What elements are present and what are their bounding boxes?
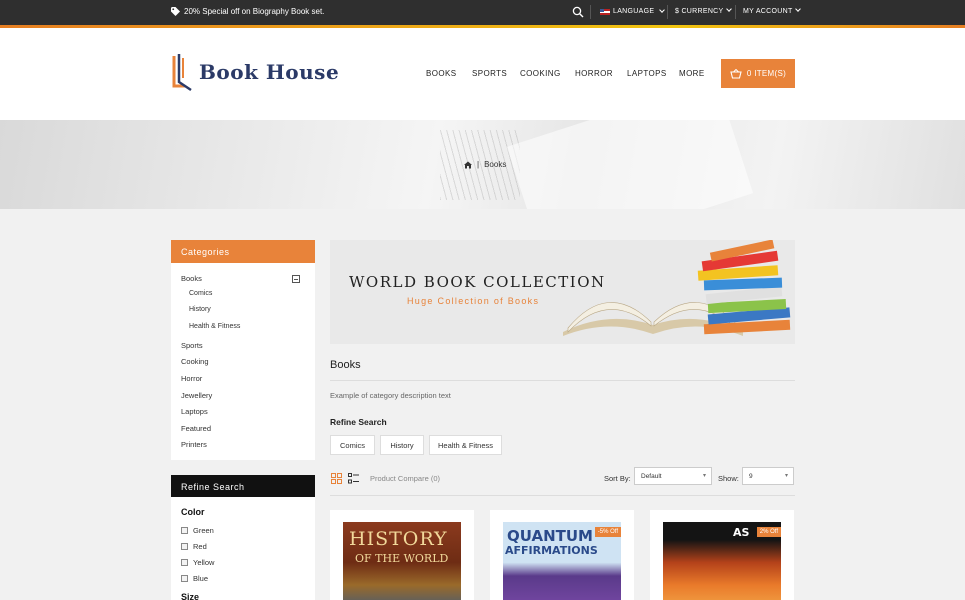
page-title: Books <box>330 359 361 371</box>
checkbox[interactable] <box>181 575 188 582</box>
nav-books[interactable]: BOOKS <box>426 69 456 78</box>
checkbox-label: Green <box>193 526 214 535</box>
refine-title: Refine Search <box>171 475 315 497</box>
categories-panel: Categories Books Comics History Health &… <box>171 240 315 460</box>
categories-title: Categories <box>171 240 315 263</box>
logo-text: Book House <box>199 60 340 84</box>
category-comics[interactable]: Comics <box>189 290 212 297</box>
divider <box>667 5 668 19</box>
books-illustration <box>563 240 791 336</box>
tag-icon <box>171 7 180 16</box>
cover-title: HISTORY <box>349 528 448 550</box>
color-option-red[interactable]: Red <box>181 542 207 551</box>
banner-subtitle: Huge Collection of Books <box>407 296 540 306</box>
color-filter-title: Color <box>181 507 205 517</box>
list-view-icon[interactable] <box>348 473 359 484</box>
subcategory-history[interactable]: History <box>380 435 424 455</box>
category-description: Example of category description text <box>330 391 451 400</box>
color-option-blue[interactable]: Blue <box>181 574 208 583</box>
divider <box>735 5 736 19</box>
logo[interactable]: Book House <box>171 52 339 92</box>
category-health-fitness[interactable]: Health & Fitness <box>189 323 240 330</box>
category-jewellery[interactable]: Jewellery <box>181 391 212 400</box>
checkbox-label: Blue <box>193 574 209 583</box>
cart-button[interactable]: 0 ITEM(S) <box>721 59 795 88</box>
sort-value: Default <box>641 473 662 480</box>
site-header: Book House BOOKS SPORTS COOKING HORROR L… <box>0 28 965 120</box>
cover-subtitle: OF THE WORLD <box>355 552 449 565</box>
category-history[interactable]: History <box>189 306 211 313</box>
grid-view-icon[interactable] <box>331 473 342 484</box>
dropdown-arrow-icon: ▾ <box>702 473 706 479</box>
cover-title: AS <box>733 526 750 539</box>
sort-label: Sort By: <box>604 474 631 483</box>
category-printers[interactable]: Printers <box>181 440 207 449</box>
category-banner[interactable]: WORLD BOOK COLLECTION Huge Collection of… <box>330 240 795 344</box>
language-dropdown[interactable]: LANGUAGE <box>600 6 666 15</box>
collapse-icon[interactable] <box>292 275 300 283</box>
subcategory-health-fitness[interactable]: Health & Fitness <box>429 435 502 455</box>
product-card[interactable]: HISTORY OF THE WORLD <box>330 510 474 600</box>
nav-horror[interactable]: HORROR <box>575 69 613 78</box>
flag-icon <box>600 8 610 15</box>
category-cooking[interactable]: Cooking <box>181 357 209 366</box>
cover-title: QUANTUM <box>507 527 593 545</box>
nav-cooking[interactable]: COOKING <box>520 69 561 78</box>
color-option-green[interactable]: Green <box>181 526 214 535</box>
chevron-down-icon <box>725 6 732 12</box>
product-card[interactable]: QUANTUM AFFIRMATIONS -5% Off <box>490 510 634 600</box>
checkbox[interactable] <box>181 559 188 566</box>
size-filter-title: Size <box>181 592 200 600</box>
color-option-yellow[interactable]: Yellow <box>181 558 214 567</box>
chevron-down-icon <box>659 6 666 13</box>
checkbox-label: Red <box>193 542 207 551</box>
book-logo-icon <box>172 54 192 92</box>
product-compare-link[interactable]: Product Compare (0) <box>370 474 440 483</box>
breadcrumb-separator: | <box>477 160 480 169</box>
nav-more[interactable]: MORE <box>679 69 705 78</box>
limit-value: 9 <box>749 473 753 480</box>
show-label: Show: <box>718 474 739 483</box>
account-dropdown[interactable]: MY ACCOUNT <box>743 6 801 15</box>
divider <box>590 5 591 19</box>
search-icon[interactable] <box>572 6 584 18</box>
chevron-down-icon <box>794 6 801 12</box>
breadcrumb: | Books <box>464 160 506 169</box>
language-label: LANGUAGE <box>613 8 655 15</box>
currency-dropdown[interactable]: $ CURRENCY <box>675 6 732 15</box>
account-label: MY ACCOUNT <box>743 8 793 15</box>
promo-message: 20% Special off on Biography Book set. <box>171 7 324 16</box>
product-card[interactable]: AS 2% Off <box>650 510 794 600</box>
nav-sports[interactable]: SPORTS <box>472 69 507 78</box>
discount-badge: -5% Off <box>594 527 621 537</box>
basket-icon <box>730 68 742 79</box>
category-featured[interactable]: Featured <box>181 424 211 433</box>
checkbox-label: Yellow <box>193 558 215 567</box>
product-image[interactable]: HISTORY OF THE WORLD <box>343 522 461 600</box>
divider <box>330 495 795 496</box>
category-books[interactable]: Books <box>181 274 202 283</box>
refine-search-title: Refine Search <box>330 417 387 427</box>
sort-select[interactable]: Default ▾ <box>634 467 712 485</box>
currency-label: $ CURRENCY <box>675 8 724 15</box>
limit-select[interactable]: 9 ▾ <box>742 467 794 485</box>
checkbox[interactable] <box>181 527 188 534</box>
cover-subtitle: AFFIRMATIONS <box>505 544 598 557</box>
promo-text: 20% Special off on Biography Book set. <box>184 7 325 16</box>
top-bar: 20% Special off on Biography Book set. L… <box>0 0 965 25</box>
checkbox[interactable] <box>181 543 188 550</box>
subcategory-comics[interactable]: Comics <box>330 435 375 455</box>
refine-panel: Refine Search Color Green Red Yellow Blu… <box>171 475 315 600</box>
divider <box>330 380 795 381</box>
cart-label: 0 ITEM(S) <box>746 69 787 78</box>
dropdown-arrow-icon: ▾ <box>784 473 788 479</box>
hero-image <box>506 120 754 209</box>
nav-laptops[interactable]: LAPTOPS <box>627 69 667 78</box>
category-horror[interactable]: Horror <box>181 374 202 383</box>
category-laptops[interactable]: Laptops <box>181 407 208 416</box>
home-icon[interactable] <box>464 161 472 169</box>
category-sports[interactable]: Sports <box>181 341 203 350</box>
breadcrumb-current[interactable]: Books <box>484 160 506 169</box>
discount-badge: 2% Off <box>756 527 781 537</box>
